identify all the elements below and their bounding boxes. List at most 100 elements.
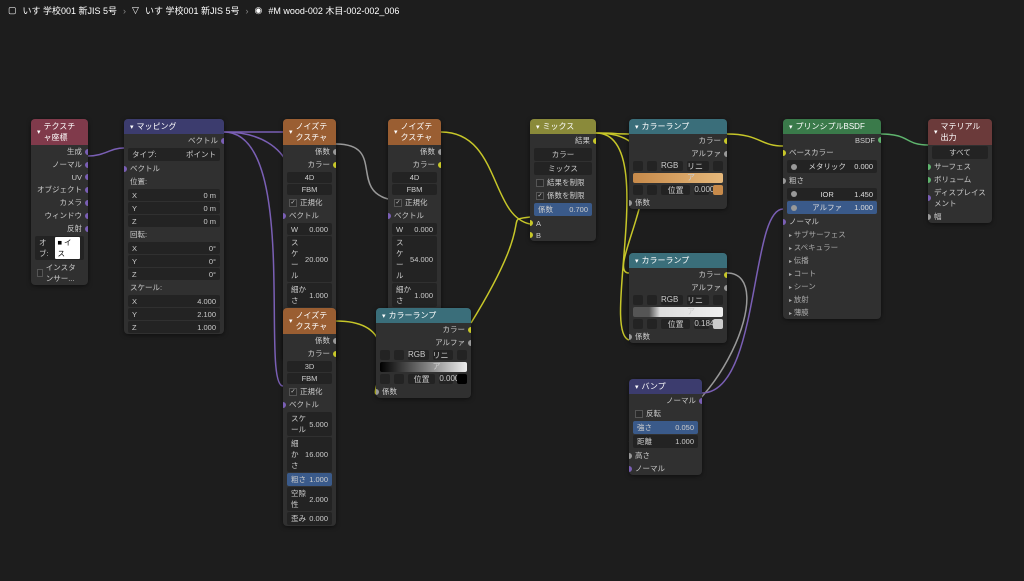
- node-header[interactable]: バンプ: [629, 379, 702, 394]
- clamp-result[interactable]: 結果を制限: [530, 176, 596, 189]
- node-mapping[interactable]: マッピング ベクトル タイプ:ポイント ベクトル 位置: X0 m Y0 m Z…: [124, 119, 224, 334]
- in-fac[interactable]: 係数: [629, 196, 727, 209]
- in-surface[interactable]: サーフェス: [928, 160, 992, 173]
- factor[interactable]: 係数0.700: [534, 203, 592, 216]
- out-fac[interactable]: 係数: [388, 145, 441, 158]
- blend-select[interactable]: ミックス: [534, 162, 592, 175]
- distortion[interactable]: 歪み0.000: [287, 512, 332, 525]
- object-picker[interactable]: オブ:■ イス: [35, 236, 84, 260]
- node-header[interactable]: ノイズテクスチャ: [388, 119, 441, 145]
- normalize-check[interactable]: ✓正規化: [283, 196, 336, 209]
- scale[interactable]: スケール20.000: [287, 236, 332, 282]
- in-normal[interactable]: ノーマル: [629, 462, 702, 475]
- out-alpha[interactable]: アルファ: [629, 281, 727, 294]
- node-header[interactable]: マッピング: [124, 119, 224, 134]
- in-vector[interactable]: ベクトル: [283, 209, 336, 222]
- sec-emission[interactable]: 放射: [783, 293, 881, 306]
- crumb-a[interactable]: いす 学校001 新JIS 5号: [23, 4, 118, 17]
- node-header[interactable]: カラーランプ: [629, 119, 727, 134]
- out-vector[interactable]: ベクトル: [124, 134, 224, 147]
- detail[interactable]: 細かさ16.000: [287, 437, 332, 472]
- scale[interactable]: スケール5.000: [287, 412, 332, 436]
- type-select[interactable]: カラー: [534, 148, 592, 161]
- loc-z[interactable]: Z0 m: [128, 215, 220, 227]
- in-vector[interactable]: ベクトル: [283, 398, 336, 411]
- lacunarity[interactable]: 空隙性2.000: [287, 487, 332, 511]
- out-fac[interactable]: 係数: [283, 145, 336, 158]
- node-principled-bsdf[interactable]: プリンシプルBSDF BSDF ベースカラー メタリック0.000 粗さ IOR…: [783, 119, 881, 319]
- target-select[interactable]: すべて: [932, 146, 988, 159]
- sec-subsurface[interactable]: サブサーフェス: [783, 228, 881, 241]
- out-alpha[interactable]: アルファ: [376, 336, 471, 349]
- node-header[interactable]: カラーランプ: [629, 253, 727, 268]
- node-colorramp-3[interactable]: カラーランプ カラー アルファ RGBリニア 位置0.000 係数: [376, 308, 471, 398]
- crumb-c[interactable]: #M wood-002 木目-002-002_006: [268, 4, 399, 17]
- dim-select[interactable]: 4D: [392, 172, 437, 183]
- sec-transmission[interactable]: 伝播: [783, 254, 881, 267]
- node-noise-3[interactable]: ノイズテクスチャ 係数 カラー 3D FBM ✓正規化 ベクトル スケール5.0…: [283, 308, 336, 526]
- sec-specular[interactable]: スペキュラー: [783, 241, 881, 254]
- node-header[interactable]: ノイズテクスチャ: [283, 308, 336, 334]
- alpha[interactable]: アルファ1.000: [787, 201, 877, 214]
- dim-select[interactable]: 4D: [287, 172, 332, 183]
- ramp-tools[interactable]: RGBリニア: [380, 350, 467, 360]
- in-height[interactable]: 高さ: [629, 449, 702, 462]
- out-color[interactable]: カラー: [283, 158, 336, 171]
- in-vector[interactable]: ベクトル: [388, 209, 441, 222]
- node-bump[interactable]: バンプ ノーマル 反転 強さ0.050 距離1.000 高さ ノーマル: [629, 379, 702, 475]
- node-header[interactable]: マテリアル出力: [928, 119, 992, 145]
- node-header[interactable]: ミックス: [530, 119, 596, 134]
- ramp-pos[interactable]: 位置0.000: [633, 185, 723, 195]
- out-color[interactable]: カラー: [629, 134, 727, 147]
- normalize-check[interactable]: ✓正規化: [283, 385, 336, 398]
- in-normal[interactable]: ノーマル: [783, 215, 881, 228]
- node-mix[interactable]: ミックス 結果 カラー ミックス 結果を制限 ✓係数を制限 係数0.700 A …: [530, 119, 596, 241]
- w[interactable]: W0.000: [392, 223, 437, 235]
- out-reflection[interactable]: 反射: [31, 222, 88, 235]
- node-header[interactable]: ノイズテクスチャ: [283, 119, 336, 145]
- in-thickness[interactable]: 幅: [928, 210, 992, 223]
- in-roughness[interactable]: 粗さ: [783, 174, 881, 187]
- out-color[interactable]: カラー: [629, 268, 727, 281]
- in-fac[interactable]: 係数: [376, 385, 471, 398]
- in-volume[interactable]: ボリューム: [928, 173, 992, 186]
- out-object[interactable]: オブジェクト: [31, 183, 88, 196]
- scale-y[interactable]: Y2.100: [128, 308, 220, 320]
- ramp-gradient[interactable]: [380, 362, 467, 372]
- in-a[interactable]: A: [530, 217, 596, 229]
- loc-x[interactable]: X0 m: [128, 189, 220, 201]
- type-select[interactable]: タイプ:ポイント: [128, 148, 220, 161]
- rot-y[interactable]: Y0°: [128, 255, 220, 267]
- metallic[interactable]: メタリック0.000: [787, 160, 877, 173]
- instancer-check[interactable]: インスタンサー...: [31, 261, 88, 285]
- ramp-tools[interactable]: RGBリニア: [633, 295, 723, 305]
- distance[interactable]: 距離1.000: [633, 435, 698, 448]
- detail[interactable]: 細かさ1.000: [287, 283, 332, 307]
- fbm-select[interactable]: FBM: [287, 184, 332, 195]
- in-displacement[interactable]: ディスプレイスメント: [928, 186, 992, 210]
- out-color[interactable]: カラー: [388, 158, 441, 171]
- in-fac[interactable]: 係数: [629, 330, 727, 343]
- normalize-check[interactable]: ✓正規化: [388, 196, 441, 209]
- out-result[interactable]: 結果: [530, 134, 596, 147]
- ramp-pos[interactable]: 位置0.000: [380, 374, 467, 384]
- ramp-gradient[interactable]: [633, 173, 723, 183]
- ior[interactable]: IOR1.450: [787, 188, 877, 200]
- rot-x[interactable]: X0°: [128, 242, 220, 254]
- scale-x[interactable]: X4.000: [128, 295, 220, 307]
- loc-y[interactable]: Y0 m: [128, 202, 220, 214]
- detail[interactable]: 細かさ1.000: [392, 283, 437, 307]
- node-header[interactable]: カラーランプ: [376, 308, 471, 323]
- out-bsdf[interactable]: BSDF: [783, 134, 881, 146]
- roughness[interactable]: 粗さ1.000: [287, 473, 332, 486]
- ramp-pos[interactable]: 位置0.184: [633, 319, 723, 329]
- scale[interactable]: スケール54.000: [392, 236, 437, 282]
- out-camera[interactable]: カメラ: [31, 196, 88, 209]
- sec-coat[interactable]: コート: [783, 267, 881, 280]
- out-normal[interactable]: ノーマル: [31, 158, 88, 171]
- rot-z[interactable]: Z0°: [128, 268, 220, 280]
- node-material-output[interactable]: マテリアル出力 すべて サーフェス ボリューム ディスプレイスメント 幅: [928, 119, 992, 223]
- node-header[interactable]: テクスチャ座標: [31, 119, 88, 145]
- in-b[interactable]: B: [530, 229, 596, 241]
- ramp-gradient[interactable]: [633, 307, 723, 317]
